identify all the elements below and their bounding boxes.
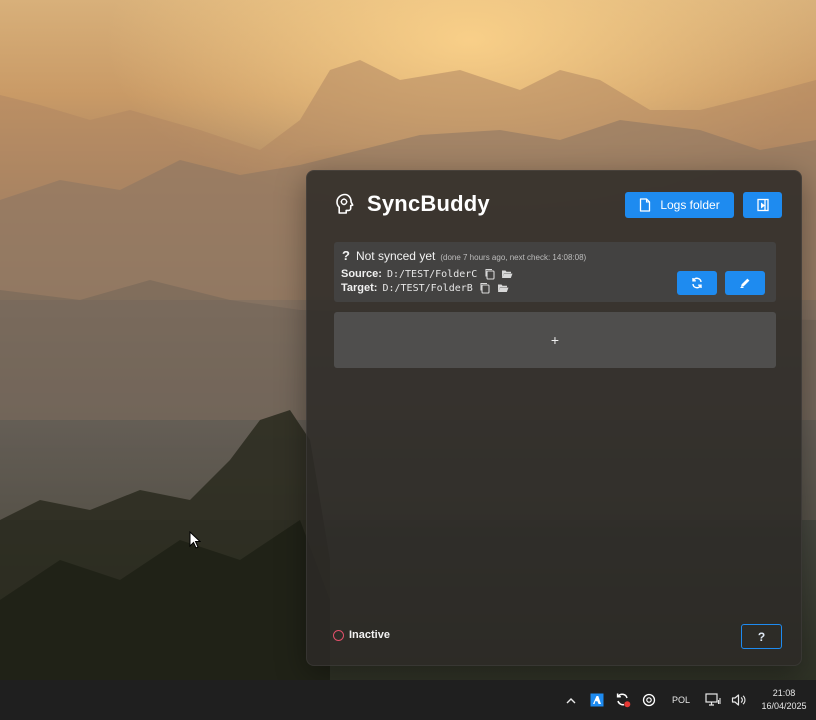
volume-icon [731, 694, 746, 706]
window-exit-icon [756, 198, 769, 212]
source-path: D:/TEST/FolderC [386, 268, 478, 280]
taskbar: POL 21:08 16/04/2025 [0, 680, 816, 720]
source-row: Source: D:/TEST/FolderC [341, 268, 513, 280]
app-title: SyncBuddy [367, 191, 490, 216]
target-label: Target: [341, 282, 378, 294]
sync-now-button[interactable] [677, 271, 717, 295]
folder-open-icon [502, 270, 513, 278]
tray-syncbuddy[interactable] [610, 680, 636, 720]
minimize-to-tray-button[interactable] [743, 192, 782, 218]
watcher-status: Inactive [333, 629, 390, 641]
clock[interactable]: 21:08 16/04/2025 [752, 680, 816, 720]
app-header: SyncBuddy Logs folder [307, 171, 803, 239]
tray-app[interactable] [636, 680, 662, 720]
clock-time: 21:08 [772, 688, 796, 698]
copy-icon [480, 282, 490, 294]
add-icon: + [550, 332, 560, 348]
tray-network[interactable] [700, 680, 726, 720]
logs-folder-label: Logs folder [660, 198, 720, 212]
show-hidden-icons-button[interactable] [558, 680, 584, 720]
copy-target-icon[interactable] [479, 282, 491, 294]
sync-status-detail: (done 7 hours ago, next check: 14:08:08) [440, 253, 587, 262]
system-tray: POL 21:08 16/04/2025 [558, 680, 816, 720]
syncbuddy-window: SyncBuddy Logs folder ? Not synced yet (… [306, 170, 802, 666]
help-button[interactable]: ? [741, 624, 782, 649]
inactive-status-icon [333, 629, 344, 641]
azure-icon [590, 693, 604, 707]
source-label: Source: [341, 268, 382, 280]
file-icon [640, 198, 651, 212]
sync-status-line: ? Not synced yet (done 7 hours ago, next… [342, 248, 586, 263]
sync-pair-card: ? Not synced yet (done 7 hours ago, next… [334, 242, 776, 302]
folder-open-icon [497, 284, 509, 292]
app-tray-icon [642, 693, 656, 707]
status-question-icon: ? [342, 248, 350, 263]
language-indicator[interactable]: POL [662, 680, 700, 720]
logs-folder-button[interactable]: Logs folder [625, 192, 734, 218]
open-target-folder-icon[interactable] [497, 282, 509, 294]
sync-icon [692, 277, 702, 289]
tray-volume[interactable] [726, 680, 752, 720]
copy-source-icon[interactable] [483, 268, 495, 280]
sync-error-icon [616, 693, 631, 708]
watcher-status-text: Inactive [349, 629, 390, 641]
target-path: D:/TEST/FolderB [382, 282, 473, 294]
open-source-folder-icon[interactable] [501, 268, 513, 280]
help-label: ? [757, 629, 766, 644]
language-label: POL [671, 695, 690, 705]
sync-status: Not synced yet [355, 249, 436, 263]
head-brain-icon [336, 193, 354, 214]
target-row: Target: D:/TEST/FolderB [341, 282, 509, 294]
tray-azure[interactable] [584, 680, 610, 720]
network-icon [705, 693, 721, 706]
add-sync-pair-button[interactable]: + [334, 312, 776, 368]
pencil-icon [740, 278, 750, 288]
copy-icon [485, 268, 495, 280]
chevron-up-icon [566, 697, 576, 703]
brand: SyncBuddy [333, 191, 490, 217]
mouse-cursor-icon [189, 531, 201, 549]
clock-date: 16/04/2025 [761, 701, 807, 711]
edit-pair-button[interactable] [725, 271, 765, 295]
